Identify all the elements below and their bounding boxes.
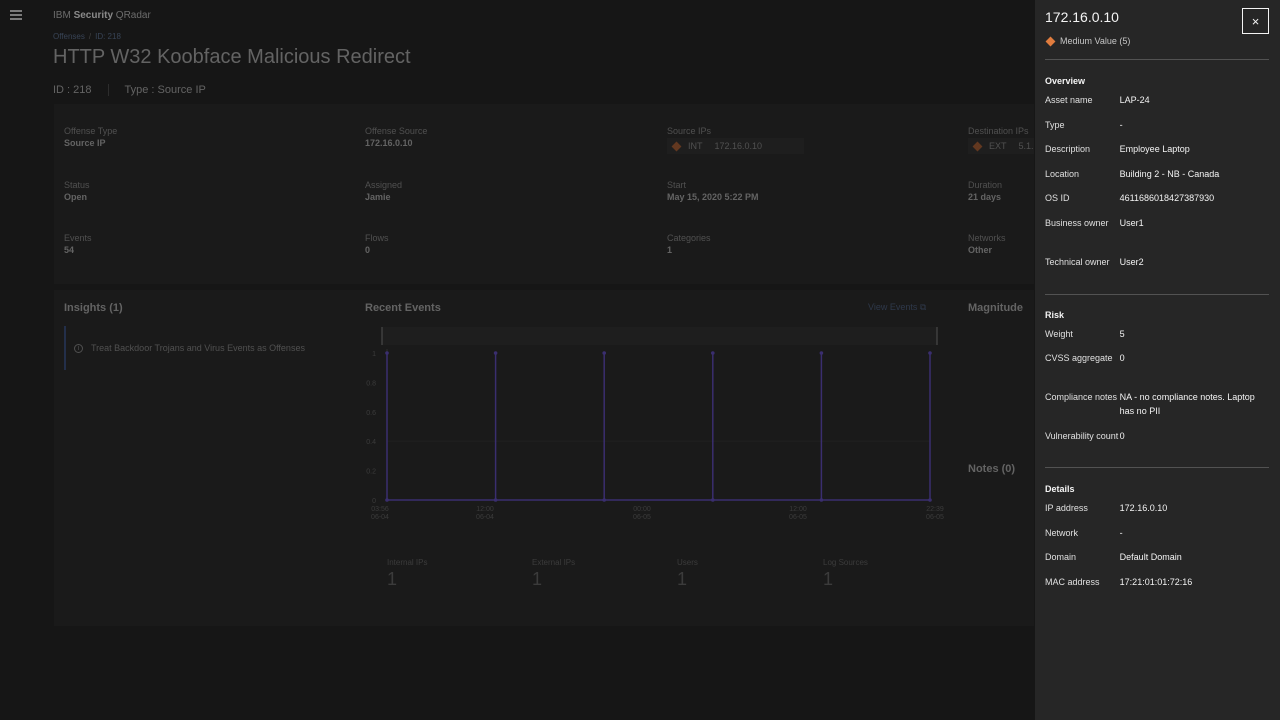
asset-details-panel: 172.16.0.10 × Medium Value (5) Overview …	[1035, 0, 1280, 720]
row-asset-name: Asset name LAP-24	[1045, 95, 1150, 105]
row-technical-owner: Technical owner User2	[1045, 257, 1144, 267]
row-type: Type -	[1045, 120, 1123, 130]
divider	[1045, 467, 1269, 468]
row-domain: Domain Default Domain	[1045, 552, 1182, 562]
row-os-id: OS ID 4611686018427387930	[1045, 193, 1215, 203]
row-cvss-aggregate: CVSS aggregate 0	[1045, 353, 1125, 363]
divider	[1045, 294, 1269, 295]
risk-diamond-icon	[1045, 36, 1056, 46]
row-mac-address: MAC address 17:21:01:01:72:16	[1045, 577, 1193, 587]
row-network: Network -	[1045, 528, 1123, 538]
modal-overlay[interactable]	[0, 0, 1035, 720]
close-button[interactable]: ×	[1242, 8, 1269, 34]
divider	[1045, 59, 1269, 60]
panel-title: 172.16.0.10	[1045, 9, 1119, 25]
row-business-owner: Business owner User1	[1045, 218, 1144, 228]
risk-value-tag: Medium Value (5)	[1045, 36, 1130, 46]
close-icon: ×	[1251, 13, 1260, 29]
row-ip-address: IP address 172.16.0.10	[1045, 503, 1168, 513]
row-location: Location Building 2 - NB - Canada	[1045, 169, 1220, 179]
risk-title: Risk	[1045, 310, 1065, 320]
row-compliance-notes: Compliance notes NA - no compliance notes…	[1045, 392, 1255, 416]
details-title: Details	[1045, 484, 1075, 494]
row-description: Description Employee Laptop	[1045, 144, 1190, 154]
row-vulnerability-count: Vulnerability count 0	[1045, 431, 1125, 441]
row-weight: Weight 5	[1045, 329, 1125, 339]
overview-title: Overview	[1045, 76, 1086, 86]
